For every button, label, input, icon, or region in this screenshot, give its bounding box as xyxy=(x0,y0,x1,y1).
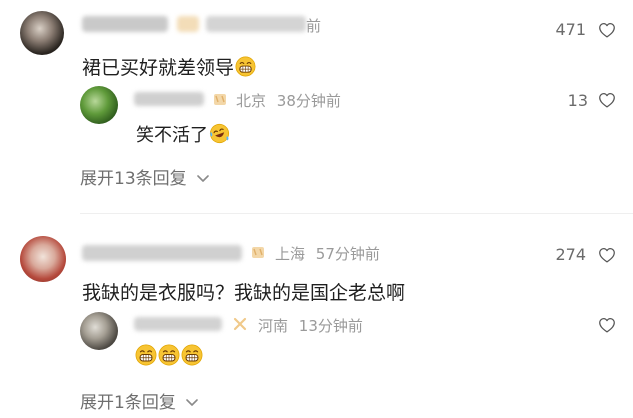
reply-username-redacted[interactable] xyxy=(134,92,204,106)
reply-username-redacted[interactable] xyxy=(134,317,222,331)
username-redacted[interactable] xyxy=(82,245,242,261)
laughing-crying-face-emoji xyxy=(209,123,230,144)
grinning-face-emoji xyxy=(158,344,180,366)
expand-replies-button[interactable]: 展开1条回复 xyxy=(80,388,198,413)
like-count: 471 xyxy=(555,20,586,39)
comment-time: 57分钟前 xyxy=(315,245,380,263)
reply-location: 河南 13分钟前 xyxy=(258,315,363,336)
reply-time: 13分钟前 xyxy=(298,317,363,335)
badge-redacted xyxy=(177,16,199,32)
like-count: 274 xyxy=(555,245,586,264)
heart-outline-icon[interactable] xyxy=(598,247,616,263)
heart-outline-icon[interactable] xyxy=(598,92,616,108)
badge-icon xyxy=(232,316,248,332)
expand-replies-label: 展开1条回复 xyxy=(80,393,176,413)
chevron-down-icon xyxy=(186,399,198,407)
comment-text: 我缺的是衣服吗？我缺的是国企老总啊 xyxy=(82,282,406,304)
badge-icon xyxy=(250,244,266,260)
reply-location-text: 河南 xyxy=(258,317,289,335)
reply-text: 笑不活了 xyxy=(136,121,230,147)
user-avatar[interactable] xyxy=(20,236,66,282)
comment-location: 上海 57分钟前 xyxy=(275,243,380,264)
reply-location: 北京 38分钟前 xyxy=(236,90,341,111)
comment-text-content: 裙已买好就差领导 xyxy=(82,57,235,79)
heart-outline-icon[interactable] xyxy=(598,317,616,333)
location-redacted xyxy=(206,16,306,32)
username-redacted[interactable] xyxy=(82,16,168,32)
reply-user-avatar[interactable] xyxy=(80,312,118,350)
reply-location-text: 北京 xyxy=(236,92,267,110)
comment-location-text: 上海 xyxy=(275,245,306,263)
grinning-face-emoji xyxy=(235,56,256,77)
expand-replies-button[interactable]: 展开13条回复 xyxy=(80,164,209,189)
reply-time: 38分钟前 xyxy=(276,92,341,110)
heart-outline-icon[interactable] xyxy=(598,22,616,38)
grinning-face-emoji xyxy=(135,344,157,366)
reply-emoji-row xyxy=(134,344,203,367)
reply-user-avatar[interactable] xyxy=(80,86,118,124)
chevron-down-icon xyxy=(197,175,209,183)
reply-text-content: 笑不活了 xyxy=(136,125,208,146)
comment-text: 裙已买好就差领导 xyxy=(82,53,256,80)
comment-divider xyxy=(80,213,633,214)
expand-replies-label: 展开13条回复 xyxy=(80,169,187,189)
comment-time: 前 xyxy=(306,17,322,35)
user-avatar[interactable] xyxy=(20,11,64,55)
grinning-face-emoji xyxy=(181,344,203,366)
badge-icon xyxy=(212,91,228,107)
reply-like-count: 13 xyxy=(567,91,588,110)
